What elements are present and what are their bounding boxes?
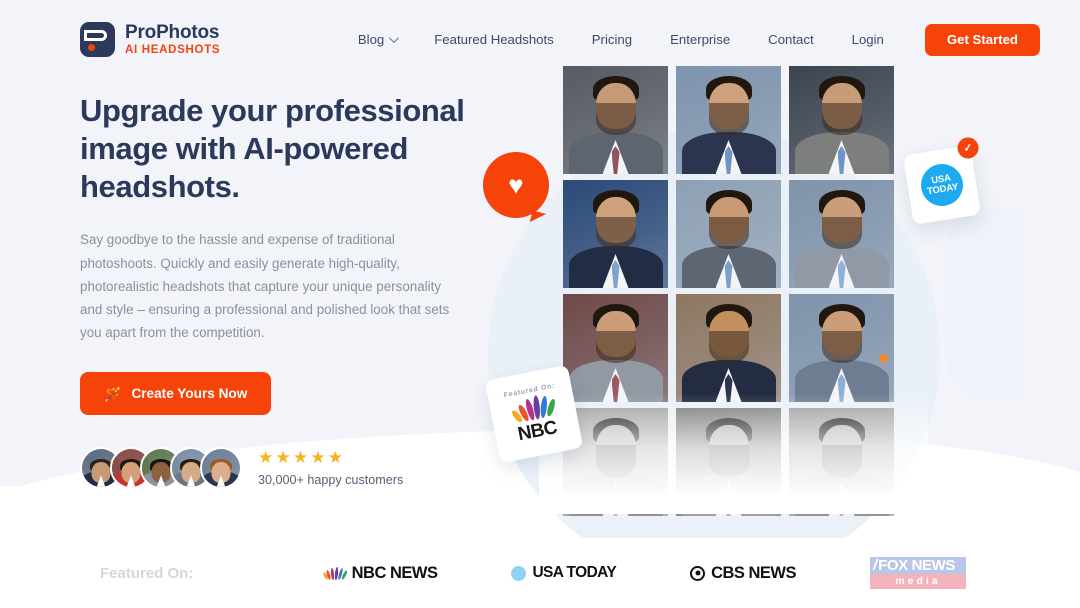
press-logo-label: USA TODAY [532,564,617,581]
headshot-photo[interactable] [563,294,668,402]
peacock-feather [539,395,548,419]
nbc-badge: Featured On: NBC [484,364,584,464]
headshot-photo[interactable] [676,408,781,516]
headshot-photo[interactable] [676,294,781,402]
press-logo-fox-news[interactable]: / FOX NEWS media [870,557,966,589]
speech-bubble-icon: ♥ [483,152,549,218]
headshot-gallery [539,66,928,516]
nav-item-featured-headshots[interactable]: Featured Headshots [415,32,573,47]
customer-count: 30,000+ happy customers [258,473,404,488]
site-header: ProPhotos AI HEADSHOTS Blog Featured Hea… [0,0,1080,79]
press-logo-label: CBS NEWS [711,563,796,582]
usa-today-line2: TODAY [926,181,959,198]
get-started-button[interactable]: Get Started [924,23,1040,56]
brand-logo[interactable]: ProPhotos AI HEADSHOTS [80,22,220,57]
press-logos: NBC NEWS USA TODAY CBS NEWS / FOX NEWS m… [322,557,980,589]
magic-wand-icon: 🪄 [104,385,122,402]
press-logo-usa-today[interactable]: USA TODAY [511,564,617,582]
brand-name: ProPhotos [125,21,220,43]
rating-block: ★★★★★ 30,000+ happy customers [258,449,403,487]
accent-dot [879,354,888,363]
nav-item-pricing[interactable]: Pricing [573,32,651,47]
social-proof: ★★★★★ 30,000+ happy customers [80,447,480,490]
page-title: Upgrade your professional image with AI-… [80,93,465,205]
press-logo-cbs[interactable]: CBS NEWS [690,564,796,583]
featured-on-bar: Featured On: NBC NEWS USA TODAY CBS NEWS… [0,538,1080,608]
press-logo-nbc[interactable]: NBC NEWS [322,563,438,583]
prophotos-logo-icon [80,22,115,57]
hero-description: Say goodbye to the hassle and expense of… [80,232,450,341]
headshot-photo[interactable] [676,66,781,174]
headshot-grid [563,66,904,516]
nav-item-login[interactable]: Login [833,32,903,47]
nav-item-blog[interactable]: Blog [339,32,415,47]
nbc-peacock-icon [322,566,348,581]
press-logo-label: FOX NEWS [878,557,955,574]
headshot-photo[interactable] [563,180,668,288]
landing-page: ProPhotos AI HEADSHOTS Blog Featured Hea… [0,0,1080,608]
chevron-down-icon [389,33,400,44]
usa-today-badge: USA TODAY ✓ [902,135,982,225]
usa-today-logo-icon: USA TODAY [917,160,967,210]
press-logo-label: NBC NEWS [351,563,438,582]
avatar-group [80,447,242,490]
press-logo-sublabel: media [870,574,966,589]
headshot-photo[interactable] [676,180,781,288]
usa-today-dot-icon [511,565,527,581]
headshot-photo[interactable] [789,294,894,402]
headshot-photo[interactable] [563,66,668,174]
nav-item-contact[interactable]: Contact [749,32,832,47]
decorative-blob [946,208,1024,398]
avatar [200,447,242,490]
create-button-label: Create Yours Now [131,386,248,402]
nav-item-label: Blog [357,32,385,47]
create-yours-now-button[interactable]: 🪄 Create Yours Now [80,372,272,416]
hero-content: Upgrade your professional image with AI-… [80,92,480,490]
star-rating: ★★★★★ [258,448,346,468]
nav-item-enterprise[interactable]: Enterprise [651,32,749,47]
featured-on-label: Featured On: [100,564,194,582]
headshot-photo[interactable] [789,180,894,288]
brand-tagline: AI HEADSHOTS [125,43,221,56]
headshot-photo[interactable] [789,66,894,174]
cbs-eye-icon [690,565,706,581]
heart-badge: ♥ [483,152,549,218]
heart-icon: ♥ [508,170,524,200]
fox-slash-icon: / [873,557,878,574]
main-navigation: Blog Featured Headshots Pricing Enterpri… [339,23,1040,56]
headshot-photo[interactable] [789,408,894,516]
